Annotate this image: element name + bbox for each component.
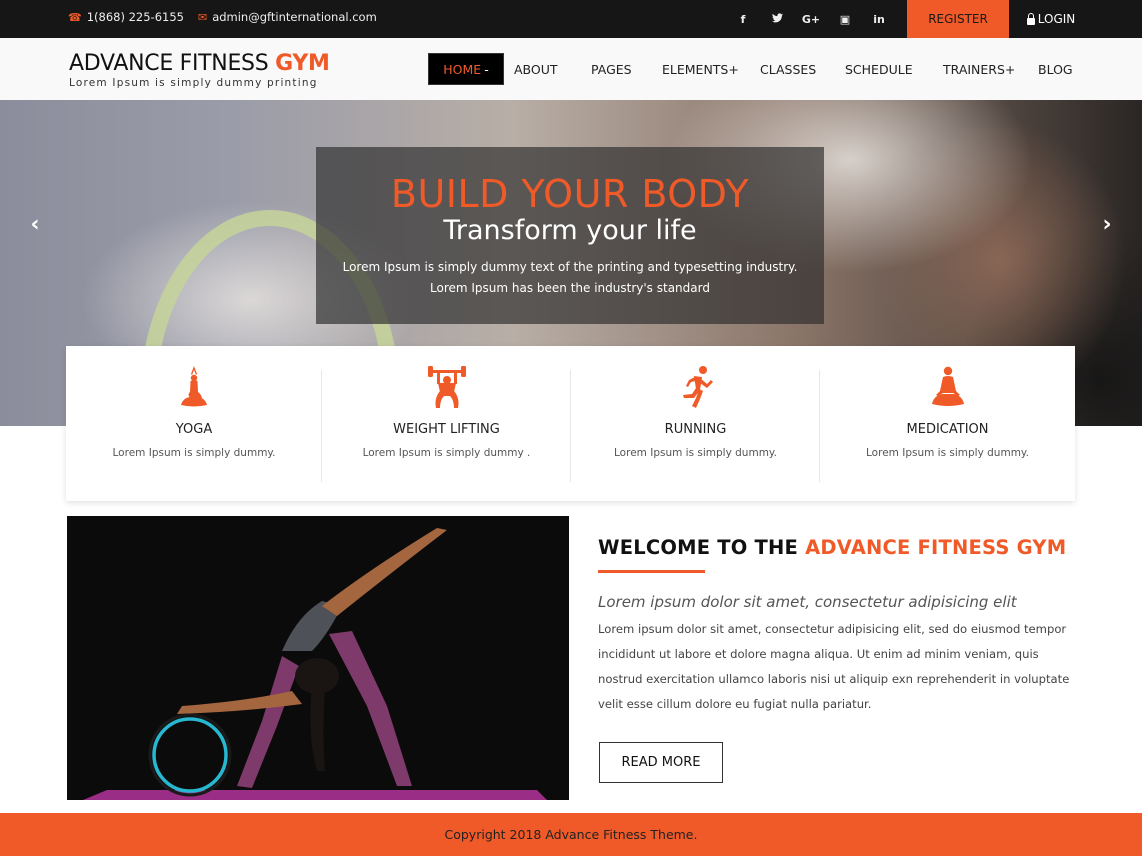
hero-text-line-2: Lorem Ipsum has been the industry's stan… xyxy=(430,281,710,295)
yoga-icon xyxy=(181,366,207,407)
features-panel: YOGA Lorem Ipsum is simply dummy. WEIGHT… xyxy=(66,346,1075,501)
welcome-heading-prefix: WELCOME TO THE xyxy=(598,536,806,559)
feature-card[interactable]: YOGA Lorem Ipsum is simply dummy. xyxy=(66,346,322,501)
site-logo[interactable]: ADVANCE FITNESS GYM Lorem Ipsum is simpl… xyxy=(69,51,330,89)
welcome-section: WELCOME TO THE ADVANCE FITNESS GYM Lorem… xyxy=(598,536,1078,717)
social-links: f G+ ▣ in xyxy=(726,0,896,38)
hero-text: Lorem Ipsum is simply dummy text of the … xyxy=(316,257,824,299)
lock-icon xyxy=(1026,12,1035,25)
email-contact[interactable]: ✉ admin@gftinternational.com xyxy=(198,10,377,24)
google-plus-icon[interactable]: G+ xyxy=(794,13,828,26)
heading-underline xyxy=(598,570,705,573)
phone-contact[interactable]: ☎ 1(868) 225-6155 xyxy=(68,10,184,24)
nav-item-pages[interactable]: PAGES xyxy=(591,53,632,85)
yoga-pose-image xyxy=(67,516,569,800)
envelope-icon: ✉ xyxy=(197,10,208,24)
hero-text-line-1: Lorem Ipsum is simply dummy text of the … xyxy=(342,260,798,274)
nav-label: SCHEDULE xyxy=(845,61,913,77)
slider-next-button[interactable]: › xyxy=(1096,210,1118,238)
phone-icon: ☎ xyxy=(68,10,82,24)
feature-description: Lorem Ipsum is simply dummy. xyxy=(866,447,1029,459)
read-more-label: READ MORE xyxy=(621,755,701,770)
register-label: REGISTER xyxy=(928,12,988,26)
feature-title: RUNNING xyxy=(664,422,727,437)
register-button[interactable]: REGISTER xyxy=(907,0,1009,38)
dropdown-indicator: - xyxy=(484,61,489,77)
meditation-icon xyxy=(931,366,964,406)
expand-plus-icon: + xyxy=(1004,61,1016,77)
nav-label: TRAINERS xyxy=(943,61,1005,77)
logo-tagline: Lorem Ipsum is simply dummy printing xyxy=(69,77,318,89)
feature-card[interactable]: MEDICATION Lorem Ipsum is simply dummy. xyxy=(820,346,1075,501)
nav-item-blog[interactable]: BLOG xyxy=(1038,53,1073,85)
phone-number: 1(868) 225-6155 xyxy=(86,10,184,24)
nav-label: BLOG xyxy=(1038,61,1073,77)
nav-item-elements[interactable]: ELEMENTS + xyxy=(662,53,739,85)
feature-title: YOGA xyxy=(175,422,213,437)
nav-label: ABOUT xyxy=(514,61,558,77)
welcome-body: Lorem ipsum dolor sit amet, consectetur … xyxy=(598,622,1070,711)
slider-prev-button[interactable]: ‹ xyxy=(24,210,46,238)
top-bar: ☎ 1(868) 225-6155 ✉ admin@gftinternation… xyxy=(0,0,1142,38)
nav-label: HOME xyxy=(443,61,482,77)
hero-subtitle: Transform your life xyxy=(443,215,697,246)
site-header: ADVANCE FITNESS GYM Lorem Ipsum is simpl… xyxy=(0,38,1142,100)
welcome-heading-accent: ADVANCE FITNESS GYM xyxy=(805,536,1067,559)
chevron-right-icon: › xyxy=(1102,211,1112,237)
feature-description: Lorem Ipsum is simply dummy . xyxy=(362,447,531,459)
expand-plus-icon: + xyxy=(728,61,739,77)
contact-info: ☎ 1(868) 225-6155 ✉ admin@gftinternation… xyxy=(68,0,391,34)
feature-title: WEIGHT LIFTING xyxy=(393,422,500,437)
nav-label: ELEMENTS xyxy=(662,61,729,77)
weight-lifting-icon xyxy=(427,366,466,408)
welcome-heading: WELCOME TO THE ADVANCE FITNESS GYM xyxy=(598,536,1078,559)
nav-item-about[interactable]: ABOUT xyxy=(514,53,558,85)
logo-title: ADVANCE FITNESS GYM xyxy=(69,51,330,76)
logo-title-accent: GYM xyxy=(275,51,330,76)
linkedin-icon[interactable]: in xyxy=(862,13,896,26)
feature-description: Lorem Ipsum is simply dummy. xyxy=(112,447,276,459)
hero-title: BUILD YOUR BODY xyxy=(390,172,750,216)
nav-item-classes[interactable]: CLASSES xyxy=(760,53,816,85)
read-more-button[interactable]: READ MORE xyxy=(599,742,723,783)
twitter-icon[interactable] xyxy=(760,12,794,26)
email-address: admin@gftinternational.com xyxy=(212,10,377,24)
nav-label: PAGES xyxy=(591,61,632,77)
logo-title-main: ADVANCE FITNESS xyxy=(69,51,276,76)
login-button[interactable]: LOGIN xyxy=(1016,0,1086,38)
welcome-lead: Lorem ipsum dolor sit amet, consectetur … xyxy=(598,593,1017,611)
chevron-left-icon: ‹ xyxy=(30,211,40,237)
login-label: LOGIN xyxy=(1037,12,1076,26)
instagram-icon[interactable]: ▣ xyxy=(828,13,862,26)
welcome-photo xyxy=(67,516,569,800)
nav-label: CLASSES xyxy=(760,61,817,77)
feature-description: Lorem Ipsum is simply dummy. xyxy=(614,447,777,459)
feature-card[interactable]: WEIGHT LIFTING Lorem Ipsum is simply dum… xyxy=(322,346,571,501)
site-footer: Copyright 2018 Advance Fitness Theme. xyxy=(0,813,1142,856)
feature-title: MEDICATION xyxy=(906,422,989,437)
nav-item-trainers[interactable]: TRAINERS + xyxy=(943,53,1015,85)
nav-item-home[interactable]: HOME - xyxy=(428,53,504,85)
feature-card[interactable]: RUNNING Lorem Ipsum is simply dummy. xyxy=(571,346,820,501)
hero-caption: BUILD YOUR BODY Transform your life Lore… xyxy=(316,147,824,324)
nav-item-schedule[interactable]: SCHEDULE xyxy=(845,53,913,85)
copyright-text: Copyright 2018 Advance Fitness Theme. xyxy=(444,827,698,842)
facebook-icon[interactable]: f xyxy=(726,13,760,26)
running-icon xyxy=(682,366,713,408)
